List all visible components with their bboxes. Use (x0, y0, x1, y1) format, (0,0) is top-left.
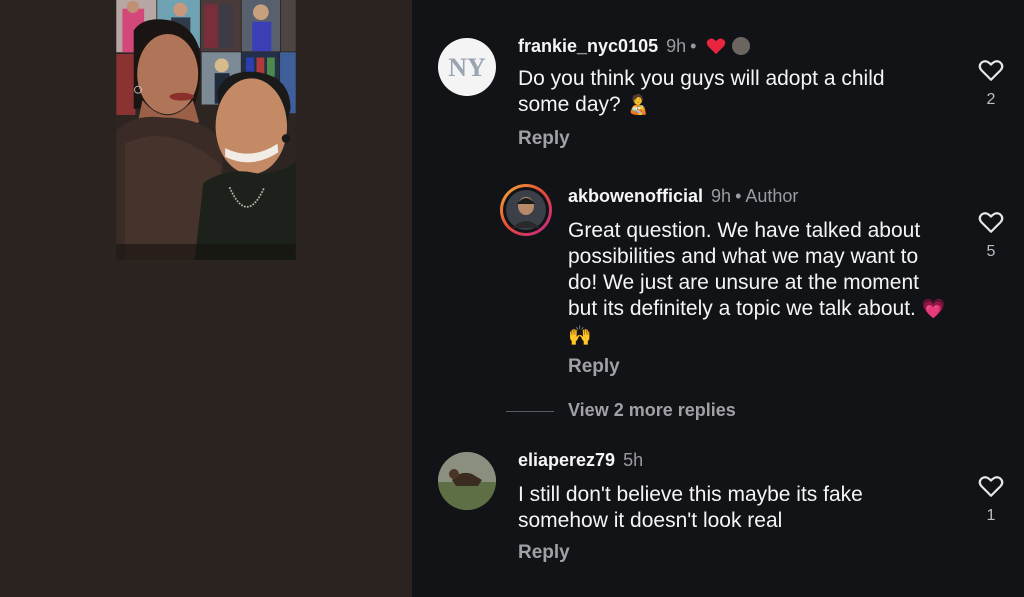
comment-text: I still don't believe this maybe its fak… (518, 483, 863, 532)
comments-panel: NY frankie_nyc0105 9h • Do you think you g… (412, 0, 1024, 597)
dog-photo-icon[interactable] (438, 452, 496, 510)
heart-outline-icon[interactable] (978, 474, 1004, 498)
comment-item: eliaperez79 5h I still don't believe this… (412, 0, 1024, 597)
like-count: 1 (986, 507, 996, 524)
photo-wall-background (116, 0, 296, 260)
like-control[interactable]: 1 (976, 474, 1006, 525)
timestamp: 5h (623, 450, 644, 470)
comment-meta: eliaperez79 5h (518, 450, 643, 471)
post-photo (0, 0, 412, 597)
username[interactable]: eliaperez79 (518, 450, 615, 470)
reply-button[interactable]: Reply (518, 542, 570, 564)
